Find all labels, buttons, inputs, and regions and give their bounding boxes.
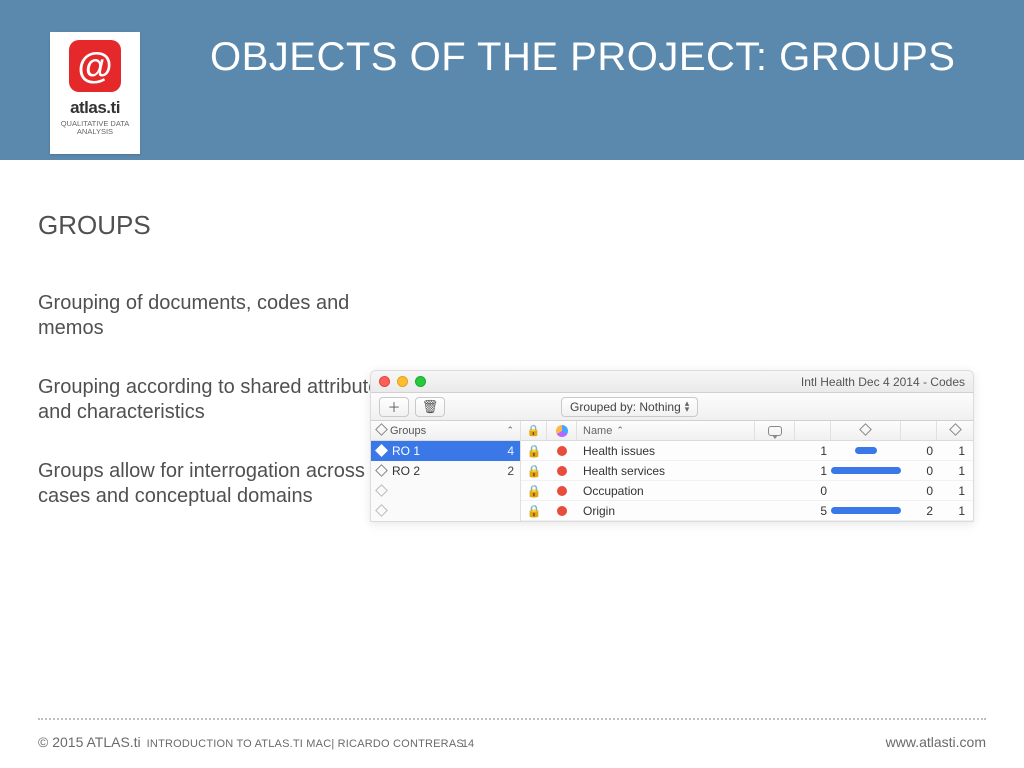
window-titlebar[interactable]: Intl Health Dec 4 2014 - Codes — [371, 371, 973, 393]
col-count-2[interactable] — [901, 421, 937, 440]
table-header: 🔒 Name ⌃ — [521, 421, 973, 441]
col-density-bar[interactable] — [831, 421, 901, 440]
lock-icon: 🔒 — [521, 484, 547, 498]
window-traffic-lights — [379, 376, 426, 387]
codes-window: Intl Health Dec 4 2014 - Codes ＋ 🗑 Group… — [370, 370, 974, 522]
code-count-3: 1 — [937, 484, 973, 498]
table-row[interactable]: 🔒 Occupation 0 0 1 — [521, 481, 973, 501]
footer-subtitle: INTRODUCTION TO ATLAS.TI MAC| RICARDO CO… — [147, 738, 464, 750]
add-button[interactable]: ＋ — [379, 397, 409, 417]
code-color — [547, 486, 577, 496]
at-icon: @ — [77, 48, 112, 84]
sort-asc-icon: ⌃ — [506, 425, 514, 436]
bullet-text: Grouping according to shared attributes … — [38, 375, 408, 425]
code-name: Occupation — [577, 484, 755, 498]
plus-icon: ＋ — [387, 397, 400, 416]
lock-icon: 🔒 — [521, 464, 547, 478]
sidebar-group-row[interactable]: RO 2 2 — [371, 461, 520, 481]
group-count: 4 — [507, 444, 514, 458]
groups-sidebar: Groups ⌃ RO 1 4 RO 2 2 — [371, 421, 521, 521]
sort-asc-icon: ⌃ — [616, 425, 624, 436]
group-count: 2 — [507, 464, 514, 478]
code-count-1: 0 — [795, 484, 831, 498]
footer-divider — [38, 718, 986, 720]
lock-icon: 🔒 — [521, 444, 547, 458]
grouped-by-label: Grouped by: Nothing — [570, 400, 681, 414]
diamond-icon — [377, 444, 386, 458]
bullet-text: Groups allow for interrogation across ca… — [38, 459, 408, 509]
brand-logo: @ atlas.ti QUALITATIVE DATA ANALYSIS — [50, 32, 140, 154]
col-count-3[interactable] — [937, 421, 973, 440]
diamond-icon — [377, 504, 386, 518]
code-count-1: 1 — [795, 444, 831, 458]
code-count-2: 0 — [901, 444, 937, 458]
sidebar-empty-row — [371, 481, 520, 501]
codes-table: 🔒 Name ⌃ 🔒 Health issues 1 0 — [521, 421, 973, 521]
brand-logo-mark: @ — [69, 40, 121, 92]
table-row[interactable]: 🔒 Health issues 1 0 1 — [521, 441, 973, 461]
window-body: Groups ⌃ RO 1 4 RO 2 2 🔒 — [371, 421, 973, 521]
density-bar — [831, 447, 901, 454]
delete-button[interactable]: 🗑 — [415, 397, 445, 417]
density-bar — [831, 507, 901, 514]
code-count-3: 1 — [937, 504, 973, 518]
window-title: Intl Health Dec 4 2014 - Codes — [801, 375, 965, 389]
code-count-1: 1 — [795, 464, 831, 478]
diamond-icon — [377, 484, 386, 498]
col-lock[interactable]: 🔒 — [521, 421, 547, 440]
footer-copyright: © 2015 ATLAS.ti — [38, 734, 141, 750]
trash-icon: 🗑 — [422, 399, 439, 415]
window-toolbar: ＋ 🗑 Grouped by: Nothing ▴▾ — [371, 393, 973, 421]
sidebar-group-row[interactable]: RO 1 4 — [371, 441, 520, 461]
sidebar-header-label: Groups — [390, 425, 426, 437]
col-name-label: Name — [583, 425, 612, 437]
code-name: Health services — [577, 464, 755, 478]
col-count-1[interactable] — [795, 421, 831, 440]
code-color — [547, 446, 577, 456]
diamond-icon — [377, 464, 386, 478]
diamond-icon — [377, 425, 386, 437]
table-row[interactable]: 🔒 Origin 5 2 1 — [521, 501, 973, 521]
code-name: Health issues — [577, 444, 755, 458]
maximize-icon[interactable] — [415, 376, 426, 387]
close-icon[interactable] — [379, 376, 390, 387]
col-comments[interactable] — [755, 421, 795, 440]
updown-icon: ▴▾ — [685, 401, 690, 412]
brand-name: atlas.ti — [70, 98, 120, 118]
grouped-by-dropdown[interactable]: Grouped by: Nothing ▴▾ — [561, 397, 698, 417]
density-bar — [831, 467, 901, 474]
code-count-3: 1 — [937, 464, 973, 478]
sidebar-empty-row — [371, 501, 520, 521]
table-row[interactable]: 🔒 Health services 1 0 1 — [521, 461, 973, 481]
bullet-text: Grouping of documents, codes and memos — [38, 291, 408, 341]
slide-title: OBJECTS OF THE PROJECT: GROUPS — [210, 34, 955, 80]
slide-footer: © 2015 ATLAS.ti INTRODUCTION TO ATLAS.TI… — [38, 734, 986, 750]
col-color[interactable] — [547, 421, 577, 440]
minimize-icon[interactable] — [397, 376, 408, 387]
code-count-1: 5 — [795, 504, 831, 518]
header-band: @ atlas.ti QUALITATIVE DATA ANALYSIS OBJ… — [0, 0, 1024, 160]
density-bar — [831, 487, 901, 494]
group-label: RO 2 — [392, 464, 420, 478]
diamond-icon — [951, 425, 960, 437]
code-name: Origin — [577, 504, 755, 518]
diamond-icon — [861, 425, 870, 437]
code-color — [547, 506, 577, 516]
section-heading: GROUPS — [38, 210, 986, 241]
group-label: RO 1 — [392, 444, 420, 458]
sidebar-header[interactable]: Groups ⌃ — [371, 421, 520, 441]
footer-url: www.atlasti.com — [886, 734, 986, 750]
comment-icon — [768, 426, 782, 436]
color-icon — [556, 425, 568, 437]
col-name[interactable]: Name ⌃ — [577, 421, 755, 440]
footer-page-number: 14 — [462, 738, 474, 750]
code-count-2: 0 — [901, 484, 937, 498]
code-count-2: 0 — [901, 464, 937, 478]
lock-icon: 🔒 — [527, 424, 541, 437]
code-color — [547, 466, 577, 476]
brand-tagline: QUALITATIVE DATA ANALYSIS — [56, 120, 134, 137]
lock-icon: 🔒 — [521, 504, 547, 518]
code-count-3: 1 — [937, 444, 973, 458]
code-count-2: 2 — [901, 504, 937, 518]
